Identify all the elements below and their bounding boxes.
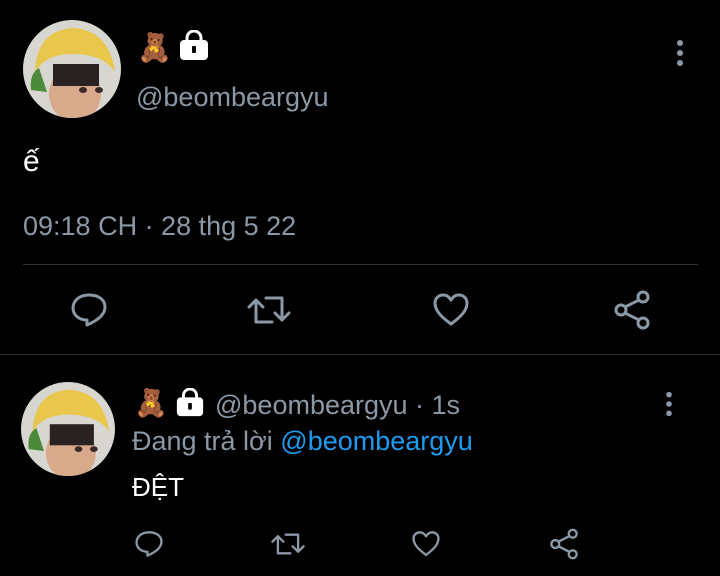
- replying-to-line: Đang trả lời @beombeargyu: [132, 424, 473, 458]
- reply-avatar[interactable]: [21, 382, 115, 476]
- share-icon[interactable]: [613, 290, 651, 330]
- teddy-bear-emoji: 🧸: [134, 388, 168, 418]
- reply-time: · 1s: [415, 390, 461, 420]
- like-icon[interactable]: [411, 530, 441, 558]
- replying-to-link[interactable]: @beombeargyu: [280, 426, 473, 456]
- section-divider: [0, 354, 720, 355]
- teddy-bear-emoji: 🧸: [137, 32, 172, 63]
- like-icon[interactable]: [432, 292, 470, 328]
- lock-icon: [176, 388, 204, 417]
- more-vertical-icon[interactable]: [670, 38, 690, 68]
- reply-icon[interactable]: [70, 292, 108, 328]
- retweet-icon[interactable]: [246, 292, 292, 328]
- user-handle[interactable]: @beombeargyu: [136, 80, 329, 114]
- share-icon[interactable]: [549, 528, 579, 560]
- reply-handle[interactable]: @beombeargyu: [215, 390, 408, 420]
- lock-icon: [180, 30, 208, 60]
- replying-prefix: Đang trả lời: [132, 426, 273, 456]
- retweet-icon[interactable]: [270, 530, 306, 558]
- tweet-text: ế: [23, 145, 40, 178]
- reply-icon[interactable]: [134, 530, 164, 558]
- avatar[interactable]: [23, 20, 121, 118]
- divider: [23, 264, 698, 265]
- reply-text: ĐỆT: [132, 472, 184, 502]
- tweet-timestamp: 09:18 CH · 28 thg 5 22: [23, 211, 297, 241]
- more-vertical-icon[interactable]: [659, 390, 679, 418]
- reply-header: @beombeargyu · 1s: [215, 388, 460, 422]
